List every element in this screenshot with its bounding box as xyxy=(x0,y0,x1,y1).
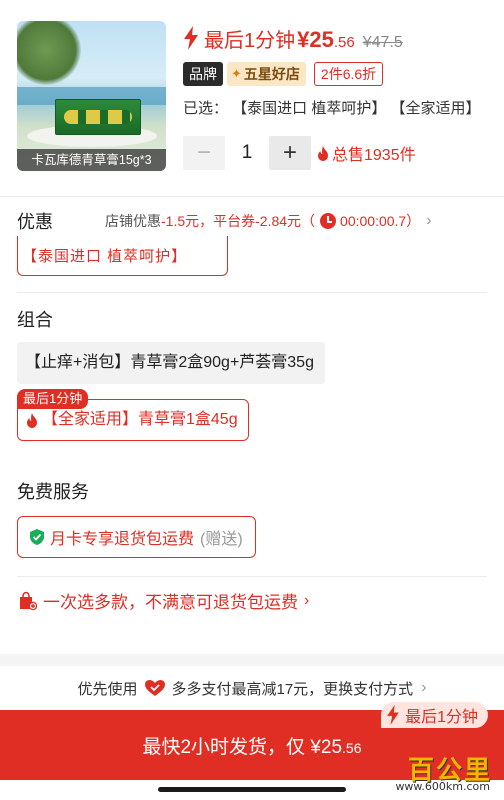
platform-coupon-value: -2.84元（ xyxy=(255,213,316,229)
platform-coupon-prefix: 平台券 xyxy=(213,213,256,229)
combo-option-1[interactable]: 【止痒+消包】青草膏2盒90g+芦荟膏35g xyxy=(17,342,325,384)
chevron-right-icon: › xyxy=(304,591,310,609)
buy-now-price-decimal: .56 xyxy=(342,740,362,756)
original-price: ¥47.5 xyxy=(362,34,403,51)
star-store-label: 五星好店 xyxy=(243,66,300,82)
countdown-timer: 00:00:00.7） xyxy=(340,213,421,229)
sale-price-decimal: .56 xyxy=(333,34,355,51)
return-policy-text: 一次选多款，不满意可退货包运费 xyxy=(43,593,298,612)
combo-section-title: 组合 xyxy=(17,310,53,330)
sold-count-label: 总售1935件 xyxy=(332,147,416,164)
product-box-illustration xyxy=(55,99,141,135)
store-discount-prefix: 店铺优惠 xyxy=(105,213,161,229)
heart-pay-icon xyxy=(144,680,165,696)
site-watermark: 百公里 www.600km.com xyxy=(368,748,498,794)
watermark-url: www.600km.com xyxy=(395,780,490,793)
product-image[interactable]: 卡瓦库德青草膏15g*3 xyxy=(17,21,166,171)
qty-minus-button[interactable]: − xyxy=(183,136,225,170)
payment-text: 多多支付最高减17元，更换支付方式 xyxy=(171,680,414,698)
flash-price-line: 最后1分钟 ¥25 .56 ¥47.5 xyxy=(182,24,403,52)
store-discount-value: -1.5元， xyxy=(161,213,214,229)
discount-badge: 2件6.6折 xyxy=(313,62,384,86)
return-policy-row[interactable]: 一次选多款，不满意可退货包运费 › xyxy=(17,588,309,613)
shopping-bag-plus-icon xyxy=(20,591,37,610)
flash-sale-text: 最后1分钟 xyxy=(204,30,296,52)
service-chip-label: 月卡专享退货包运费 xyxy=(50,531,195,548)
clock-icon xyxy=(320,213,337,229)
selected-spec[interactable]: 已选： 【泰国进口 植萃呵护】 【全家适用】 xyxy=(183,97,493,118)
buy-now-text: 最快2小时发货，仅 ¥25 xyxy=(142,737,343,758)
cta-flash-tag: 最后1分钟 xyxy=(381,702,488,728)
lightning-icon xyxy=(387,705,399,725)
sold-count: 总售1935件 xyxy=(317,141,416,165)
flash-sale-tag: 最后1分钟 xyxy=(17,389,89,409)
flame-icon xyxy=(27,412,37,428)
sale-price: ¥25 xyxy=(297,27,334,52)
service-chip-gift: (赠送) xyxy=(200,531,243,548)
star-store-badge[interactable]: ✦ 五星好店 xyxy=(227,62,306,86)
chevron-right-icon: › xyxy=(421,679,427,696)
qty-value[interactable]: 1 xyxy=(225,142,269,164)
qty-plus-button[interactable]: + xyxy=(269,136,311,170)
home-indicator xyxy=(158,787,346,792)
chevron-right-icon: › xyxy=(426,212,432,229)
spec-option-peek[interactable]: 【泰国进口 植萃呵护】 xyxy=(17,236,228,276)
cta-flash-label: 最后1分钟 xyxy=(405,709,478,726)
badge-row: 品牌 ✦ 五星好店 2件6.6折 xyxy=(183,62,384,86)
divider xyxy=(17,292,487,293)
product-image-caption: 卡瓦库德青草膏15g*3 xyxy=(17,149,166,171)
tree-illustration xyxy=(17,21,81,85)
divider xyxy=(17,576,487,577)
flame-icon xyxy=(318,145,328,161)
shield-check-icon xyxy=(30,529,44,545)
lightning-icon xyxy=(184,26,198,50)
spec-option-peek-label: 【泰国进口 植萃呵护】 xyxy=(22,248,188,265)
service-section-title: 免费服务 xyxy=(17,482,89,502)
product-header: 卡瓦库德青草膏15g*3 最后1分钟 ¥25 .56 ¥47.5 品牌 ✦ 五星… xyxy=(0,0,504,196)
discount-detail: 店铺优惠 -1.5元， 平台券 -2.84元（ 00:00:00.7） › xyxy=(105,211,432,231)
star-icon: ✦ xyxy=(231,66,242,81)
section-gap xyxy=(0,654,504,666)
brand-badge[interactable]: 品牌 xyxy=(183,62,223,86)
quantity-stepper: − 1 + 总售1935件 xyxy=(183,136,416,170)
discount-label: 优惠 xyxy=(17,212,53,232)
free-return-service-chip[interactable]: 月卡专享退货包运费 (赠送) xyxy=(17,516,256,558)
payment-prefix: 优先使用 xyxy=(77,680,138,698)
